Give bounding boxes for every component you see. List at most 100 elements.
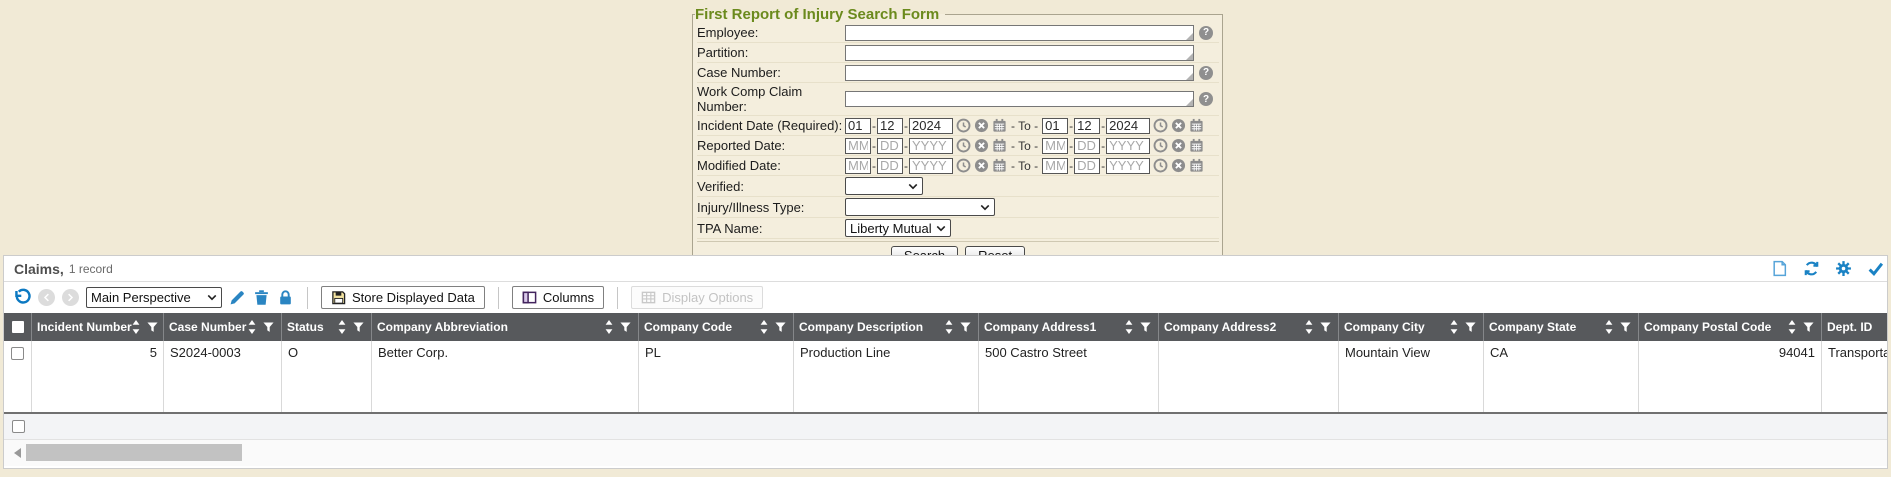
column-header-dept-id[interactable]: Dept. ID [1822,313,1888,341]
tpa-name-select[interactable]: Liberty Mutual [845,219,951,237]
nav-forward-icon[interactable] [62,289,79,306]
filter-icon[interactable] [1620,322,1631,333]
sort-icon[interactable] [248,320,256,334]
table-row[interactable]: 5 S2024-0003 O Better Corp. PL Productio… [4,341,1887,414]
refresh-icon[interactable] [1803,260,1820,277]
clear-date-icon[interactable] [974,138,989,153]
reported-from-day-input[interactable] [877,138,903,154]
sort-icon[interactable] [1605,320,1613,334]
reported-to-month-input[interactable] [1042,138,1068,154]
sort-icon[interactable] [605,320,613,334]
column-header-company-postal-code[interactable]: Company Postal Code [1639,313,1822,341]
sort-icon[interactable] [338,320,346,334]
incident-from-year-input[interactable] [909,118,953,134]
filter-icon[interactable] [1320,322,1331,333]
reported-to-day-input[interactable] [1074,138,1100,154]
filter-icon[interactable] [147,322,158,333]
scrollbar-thumb[interactable] [26,444,242,461]
time-picker-icon[interactable] [1153,138,1168,153]
column-header-company-abbreviation[interactable]: Company Abbreviation [372,313,639,341]
columns-button[interactable]: Columns [512,286,604,309]
incident-to-day-input[interactable] [1074,118,1100,134]
filter-icon[interactable] [620,322,631,333]
sort-icon[interactable] [1788,320,1796,334]
sort-icon[interactable] [1450,320,1458,334]
column-header-company-state[interactable]: Company State [1484,313,1639,341]
time-picker-icon[interactable] [956,158,971,173]
sort-icon[interactable] [760,320,768,334]
time-picker-icon[interactable] [1153,118,1168,133]
clear-date-icon[interactable] [1171,118,1186,133]
help-icon[interactable]: ? [1199,66,1213,80]
sort-icon[interactable] [1305,320,1313,334]
help-icon[interactable]: ? [1199,26,1213,40]
sort-icon[interactable] [132,320,140,334]
incident-from-month-input[interactable] [845,118,871,134]
perspective-select[interactable]: Main Perspective [86,287,222,308]
modified-to-month-input[interactable] [1042,158,1068,174]
time-picker-icon[interactable] [1153,158,1168,173]
settings-gear-icon[interactable] [1835,260,1852,277]
modified-to-year-input[interactable] [1106,158,1150,174]
calendar-picker-icon[interactable] [992,138,1007,153]
store-displayed-data-button[interactable]: Store Displayed Data [321,286,485,309]
column-header-incident-number[interactable]: Incident Number [32,313,164,341]
reported-from-month-input[interactable] [845,138,871,154]
filter-icon[interactable] [263,322,274,333]
calendar-picker-icon[interactable] [992,118,1007,133]
work-comp-claim-number-input[interactable] [845,91,1194,107]
undo-icon[interactable] [12,288,31,307]
time-picker-icon[interactable] [956,118,971,133]
calendar-picker-icon[interactable] [992,158,1007,173]
employee-input[interactable] [845,25,1194,41]
pencil-icon[interactable] [229,289,246,306]
sort-icon[interactable] [945,320,953,334]
clear-date-icon[interactable] [1171,158,1186,173]
filter-icon[interactable] [1465,322,1476,333]
help-icon[interactable]: ? [1199,92,1213,106]
calendar-picker-icon[interactable] [1189,158,1204,173]
trash-icon[interactable] [253,289,270,306]
modified-from-year-input[interactable] [909,158,953,174]
scroll-left-arrow-icon[interactable] [14,448,21,458]
filter-icon[interactable] [960,322,971,333]
lock-icon[interactable] [277,289,294,306]
column-header-company-city[interactable]: Company City [1339,313,1484,341]
nav-back-icon[interactable] [38,289,55,306]
column-header-case-number[interactable]: Case Number [164,313,282,341]
incident-to-year-input[interactable] [1106,118,1150,134]
reported-to-year-input[interactable] [1106,138,1150,154]
case-number-input[interactable] [845,65,1194,81]
checkmark-icon[interactable] [1867,260,1884,277]
row-checkbox[interactable] [4,341,32,412]
clear-date-icon[interactable] [974,118,989,133]
column-header-company-code[interactable]: Company Code [639,313,794,341]
new-document-icon[interactable] [1771,260,1788,277]
column-header-company-address1[interactable]: Company Address1 [979,313,1159,341]
sort-icon[interactable] [1125,320,1133,334]
column-header-company-description[interactable]: Company Description [794,313,979,341]
filter-icon[interactable] [775,322,786,333]
partition-input[interactable] [845,45,1194,61]
modified-from-day-input[interactable] [877,158,903,174]
modified-from-month-input[interactable] [845,158,871,174]
injury-illness-type-select[interactable] [845,198,995,216]
incident-from-day-input[interactable] [877,118,903,134]
incident-to-month-input[interactable] [1042,118,1068,134]
filter-icon[interactable] [1140,322,1151,333]
verified-select[interactable] [845,177,923,195]
reported-from-year-input[interactable] [909,138,953,154]
clear-date-icon[interactable] [974,158,989,173]
filter-icon[interactable] [353,322,364,333]
clear-date-icon[interactable] [1171,138,1186,153]
footer-checkbox[interactable] [12,420,25,433]
calendar-picker-icon[interactable] [1189,138,1204,153]
horizontal-scrollbar[interactable] [4,440,1887,466]
modified-to-day-input[interactable] [1074,158,1100,174]
column-header-status[interactable]: Status [282,313,372,341]
calendar-picker-icon[interactable] [1189,118,1204,133]
select-all-checkbox[interactable] [4,313,32,341]
filter-icon[interactable] [1803,322,1814,333]
column-header-company-address2[interactable]: Company Address2 [1159,313,1339,341]
time-picker-icon[interactable] [956,138,971,153]
